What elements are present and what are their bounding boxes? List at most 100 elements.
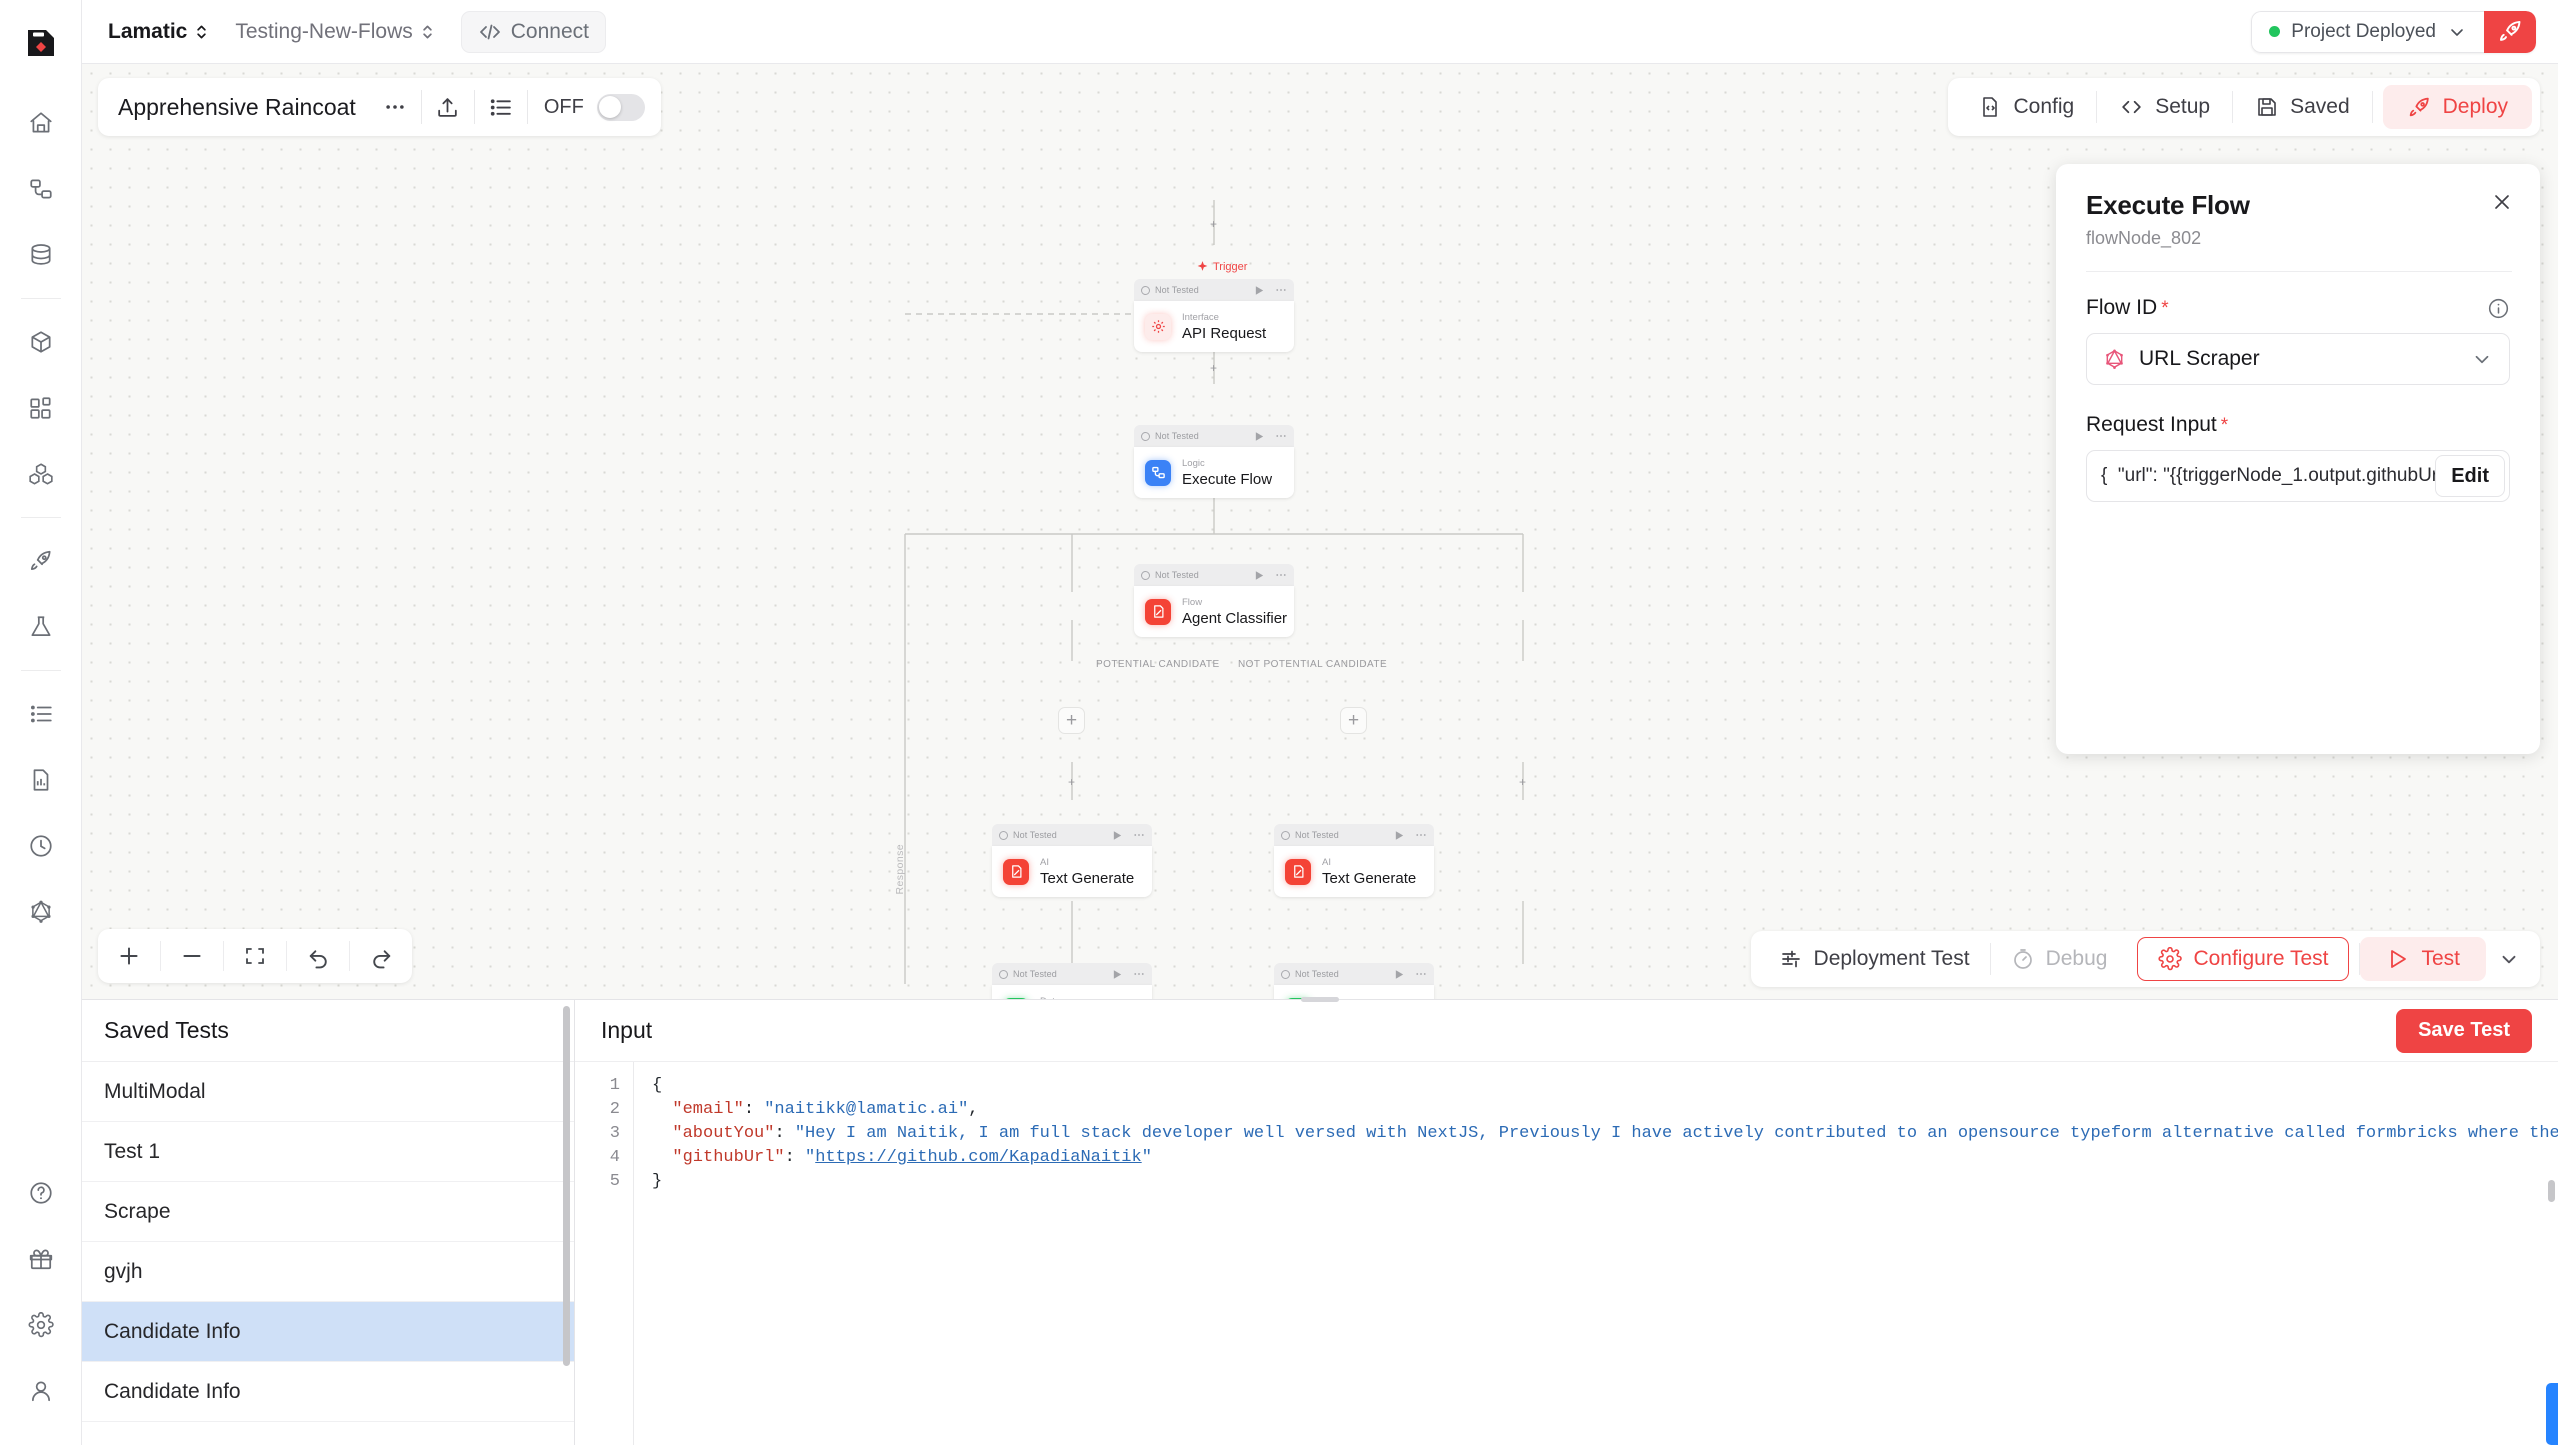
- node-more-icon[interactable]: [1415, 968, 1427, 980]
- node-run-icon[interactable]: [1394, 969, 1405, 980]
- panel-body: Flow ID * URL Scraper Request Input * {…: [2056, 272, 2540, 502]
- flow-node-api-right[interactable]: Not Tested Data API: [1274, 963, 1434, 999]
- share-button[interactable]: [422, 78, 474, 136]
- org-selector[interactable]: Lamatic: [100, 14, 217, 50]
- sidebar-item-gift[interactable]: [15, 1233, 67, 1285]
- add-node-branch-left-button[interactable]: +: [1058, 707, 1085, 734]
- node-more-icon[interactable]: [1275, 569, 1287, 581]
- flow-canvas[interactable]: Trigger Response Not Tested Interface AP…: [82, 64, 2558, 999]
- undo-button[interactable]: [287, 929, 349, 983]
- connect-button[interactable]: Connect: [460, 10, 606, 53]
- sidebar-item-history[interactable]: [15, 820, 67, 872]
- flow-enable-toggle[interactable]: [596, 93, 645, 121]
- code-token[interactable]: https://github.com/KapadiaNaitik: [815, 1148, 1141, 1167]
- node-text: Interface API Request: [1182, 311, 1266, 343]
- node-run-icon[interactable]: [1254, 285, 1265, 296]
- test-button[interactable]: Test: [2360, 937, 2486, 981]
- sidebar-item-deployments[interactable]: [15, 535, 67, 587]
- node-more-icon[interactable]: [1275, 430, 1287, 442]
- saved-test-item[interactable]: Scrape: [82, 1182, 574, 1242]
- saved-tests-scrollbar[interactable]: [563, 1006, 570, 1366]
- config-button[interactable]: Config: [1956, 86, 2096, 128]
- saved-tests-list[interactable]: MultiModal Test 1 Scrape gvjh Candidate Info…: [82, 1062, 574, 1445]
- sidebar-item-help[interactable]: [15, 1167, 67, 1219]
- node-more-icon[interactable]: [1415, 829, 1427, 841]
- code-token: "githubUrl": [672, 1148, 785, 1167]
- code-token: "email": [672, 1100, 744, 1119]
- input-pane: Input Save Test 1 2 3 4 5 { "email": "naitik…: [575, 1000, 2558, 1445]
- close-panel-button[interactable]: [2490, 190, 2514, 219]
- add-node-button[interactable]: +: [1064, 774, 1079, 789]
- redo-button[interactable]: [350, 929, 412, 983]
- test-toolbar: Deployment Test Debug Configure Test Tes…: [1750, 931, 2540, 987]
- sidebar-item-data[interactable]: [15, 229, 67, 281]
- add-node-button[interactable]: +: [1206, 216, 1221, 231]
- flow-node-api-request[interactable]: Not Tested Interface API Request: [1134, 279, 1294, 352]
- trigger-label: Trigger: [1196, 260, 1247, 273]
- sidebar-item-models[interactable]: [15, 316, 67, 368]
- test-options-dropdown[interactable]: [2486, 937, 2532, 981]
- saved-test-item[interactable]: Test 1: [82, 1122, 574, 1182]
- node-more-icon[interactable]: [1275, 284, 1287, 296]
- request-input-field[interactable]: [2101, 465, 2436, 487]
- project-selector[interactable]: Testing-New-Flows: [227, 14, 442, 50]
- sidebar-item-experiments[interactable]: [15, 601, 67, 653]
- node-run-icon[interactable]: [1112, 969, 1123, 980]
- flow-id-select[interactable]: URL Scraper: [2086, 333, 2510, 385]
- node-run-icon[interactable]: [1254, 431, 1265, 442]
- flow-more-button[interactable]: [369, 78, 421, 136]
- panel-header: Execute Flow flowNode_802: [2056, 164, 2540, 249]
- project-deployed-status[interactable]: Project Deployed: [2251, 10, 2484, 53]
- editor-scrollbar[interactable]: [2548, 1180, 2555, 1202]
- sidebar-item-reports[interactable]: [15, 754, 67, 806]
- sidebar-item-flows[interactable]: [15, 163, 67, 215]
- sidebar-item-home[interactable]: [15, 97, 67, 149]
- fit-view-button[interactable]: [224, 929, 286, 983]
- json-editor[interactable]: 1 2 3 4 5 { "email": "naitikk@lamatic.ai", "…: [575, 1062, 2558, 1445]
- saved-test-item[interactable]: Candidate Info: [82, 1302, 574, 1362]
- flow-node-text-generate-right[interactable]: Not Tested AI Text Generate: [1274, 824, 1434, 897]
- node-run-icon[interactable]: [1112, 830, 1123, 841]
- flow-node-api-left[interactable]: Not Tested Data API: [992, 963, 1152, 999]
- node-run-icon[interactable]: [1254, 570, 1265, 581]
- sidebar-item-settings[interactable]: [15, 1299, 67, 1351]
- sidebar-item-account[interactable]: [15, 1365, 67, 1417]
- saved-button[interactable]: Saved: [2233, 86, 2372, 128]
- sidebar-item-integrations[interactable]: [15, 448, 67, 500]
- add-node-branch-right-button[interactable]: +: [1340, 707, 1367, 734]
- node-status-header: Not Tested: [992, 824, 1152, 846]
- flow-node-text-generate-left[interactable]: Not Tested AI Text Generate: [992, 824, 1152, 897]
- flow-list-button[interactable]: [475, 78, 527, 136]
- flow-node-agent-classifier[interactable]: Not Tested Flow Agent Classifier: [1134, 564, 1294, 637]
- zoom-in-button[interactable]: [98, 929, 160, 983]
- node-category: AI: [1040, 856, 1049, 868]
- edit-request-input-button[interactable]: Edit: [2435, 455, 2505, 497]
- zoom-out-button[interactable]: [161, 929, 223, 983]
- info-icon[interactable]: [2487, 297, 2510, 320]
- node-more-icon[interactable]: [1133, 968, 1145, 980]
- deployment-test-button[interactable]: Deployment Test: [1759, 938, 1990, 980]
- configure-test-button[interactable]: Configure Test: [2137, 937, 2350, 981]
- feedback-tab[interactable]: [2546, 1383, 2558, 1445]
- saved-test-item[interactable]: Candidate Info: [82, 1362, 574, 1422]
- save-test-button[interactable]: Save Test: [2396, 1008, 2532, 1053]
- deploy-button[interactable]: Deploy: [2382, 85, 2532, 129]
- add-node-button[interactable]: +: [1515, 774, 1530, 789]
- node-status-header: Not Tested: [1274, 963, 1434, 985]
- setup-button[interactable]: Setup: [2097, 86, 2232, 128]
- saved-test-item[interactable]: MultiModal: [82, 1062, 574, 1122]
- sidebar-item-logs[interactable]: [15, 688, 67, 740]
- flow-node-execute-flow[interactable]: Not Tested Logic Execute Flow: [1134, 425, 1294, 498]
- line-number: 3: [609, 1124, 620, 1143]
- node-run-icon[interactable]: [1394, 830, 1405, 841]
- editor-code-content[interactable]: { "email": "naitikk@lamatic.ai", "aboutY…: [633, 1062, 2558, 1445]
- node-more-icon[interactable]: [1133, 829, 1145, 841]
- add-node-button[interactable]: +: [1206, 360, 1221, 375]
- sidebar-item-apps[interactable]: [15, 382, 67, 434]
- sidebar-item-graphql[interactable]: [15, 886, 67, 938]
- quick-deploy-button[interactable]: [2484, 10, 2536, 53]
- test-label: Test: [2421, 947, 2460, 970]
- panel-resize-handle[interactable]: [1301, 997, 1339, 1002]
- saved-test-item[interactable]: gvjh: [82, 1242, 574, 1302]
- lamatic-logo[interactable]: [20, 22, 62, 64]
